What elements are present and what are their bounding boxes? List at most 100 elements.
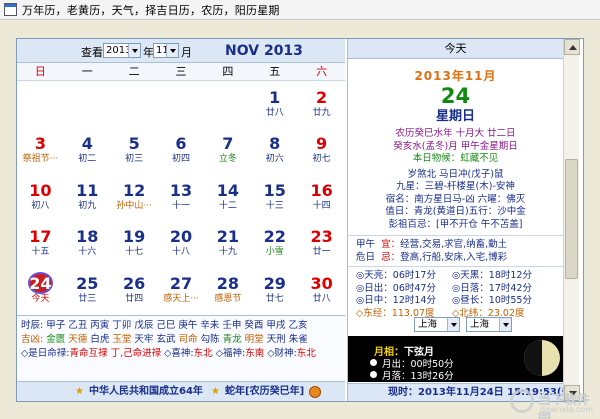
vertical-scrollbar[interactable] bbox=[563, 39, 580, 401]
day-number: 29 bbox=[263, 273, 286, 293]
calendar-empty-cell bbox=[111, 81, 158, 127]
weekday-header: 日一二三四五六 bbox=[17, 63, 345, 81]
lunar-date: 农历癸巳水年 十月大 廿二日 bbox=[395, 128, 516, 139]
jixiong-label: 吉凶: bbox=[21, 334, 44, 345]
day-number: 7 bbox=[222, 134, 234, 154]
dusk-time: ◎天黑：18时12分 bbox=[452, 270, 532, 281]
jixiong-row: 吉凶: 金匮 天德 白虎 玉堂 天牢 玄武 司命 勾陈 青龙 明堂 天刑 朱雀 bbox=[21, 333, 341, 347]
jixiong-item: 玉堂 bbox=[112, 334, 132, 345]
calendar-day-cell[interactable]: 29 廿七 bbox=[251, 267, 298, 313]
chevron-down-icon[interactable] bbox=[128, 44, 140, 57]
calendar-day-cell[interactable]: 5 初三 bbox=[111, 127, 158, 173]
lunar-day: 今天 bbox=[31, 293, 50, 304]
day-number: 12 bbox=[123, 180, 146, 200]
calendar-day-cell[interactable]: 8 初六 bbox=[251, 127, 298, 173]
calendar-day-cell[interactable]: 17 十五 bbox=[17, 220, 64, 266]
zhiri-text: 值日：青龙(黄道日)五行：沙中金 bbox=[385, 206, 526, 217]
scroll-up-icon[interactable] bbox=[564, 39, 580, 55]
calendar-day-cell[interactable]: 12 孙中山··· bbox=[111, 174, 158, 220]
calendar-day-cell[interactable]: 20 十八 bbox=[158, 220, 205, 266]
chevron-down-icon[interactable] bbox=[166, 44, 178, 57]
ganzhi-date: 癸亥水(孟冬)月 甲午金星期日 bbox=[393, 140, 518, 152]
day-number: 26 bbox=[123, 273, 146, 293]
day-number: 20 bbox=[169, 227, 193, 247]
moonset-icon bbox=[370, 371, 377, 378]
lunar-day: 廿三 bbox=[78, 293, 97, 304]
zodiac-icon bbox=[309, 386, 321, 398]
chevron-down-icon[interactable] bbox=[447, 318, 459, 331]
lunar-day: 廿七 bbox=[265, 293, 284, 304]
month-select[interactable]: 11 bbox=[153, 43, 179, 58]
lunar-day: 初八 bbox=[31, 200, 50, 211]
today-panel: 今天 2013年11月 24 星期日 农历癸巳水年 十月大 廿二日 癸亥水(孟冬… bbox=[347, 39, 576, 401]
calendar-day-cell[interactable]: 25 廿三 bbox=[64, 267, 111, 313]
today-weekday: 星期日 bbox=[435, 109, 475, 124]
jixiong-item: 朱雀 bbox=[288, 334, 308, 345]
xishen-label: ◇喜神: bbox=[164, 348, 194, 359]
calendar-day-cell[interactable]: 4 初二 bbox=[64, 127, 111, 173]
ji-day-label: 危日 bbox=[356, 251, 376, 263]
lunar-day: 廿九 bbox=[312, 108, 331, 118]
calendar-day-cell[interactable]: 2 廿九 bbox=[298, 81, 345, 127]
calendar-day-cell[interactable]: 1 廿八 bbox=[251, 81, 298, 127]
title-bar: 万年历，老黄历，天气，择吉日历，农历，阳历星期 bbox=[0, 0, 600, 20]
chevron-down-icon[interactable] bbox=[499, 318, 511, 331]
calendar-day-cell[interactable]: 15 十三 bbox=[251, 174, 298, 220]
calendar-day-cell[interactable]: 26 廿四 bbox=[111, 267, 158, 313]
province-select-value: 上海 bbox=[418, 319, 438, 330]
moon-phase-icon bbox=[524, 340, 560, 376]
calendar-day-cell[interactable]: 16 十四 bbox=[298, 174, 345, 220]
yi-key: 宜： bbox=[381, 239, 401, 250]
day-number: 18 bbox=[76, 227, 99, 247]
calendar-day-cell[interactable]: 18 十六 bbox=[64, 220, 111, 266]
calendar-day-cell[interactable]: 23 廿一 bbox=[298, 220, 345, 266]
calendar-day-cell[interactable]: 3 祭祖节··· bbox=[17, 127, 64, 173]
fushen-label: ◇福神: bbox=[215, 348, 246, 359]
yi-value: 经营,交易,求官,纳畜,動土 bbox=[400, 239, 508, 250]
province-select[interactable]: 上海 bbox=[414, 317, 460, 332]
calendar-panel: 查看 2013 年 11 月 NOV 2013 日一二三四五六 1 廿八 2 廿九 3 祭… bbox=[17, 39, 345, 401]
ji-key: 忌： bbox=[381, 251, 401, 263]
calendar-day-cell[interactable]: 30 廿八 bbox=[298, 267, 345, 313]
lucky-row: ◇是日命禄:青命互禄 丁,己命进禄 ◇喜神:东北 ◇福神:东南 ◇财神:东北 bbox=[21, 347, 341, 361]
calendar-day-cell[interactable]: 28 感恩节 bbox=[204, 267, 251, 313]
jixiong-item: 天牢 bbox=[134, 334, 154, 345]
calendar-day-cell[interactable]: 10 初八 bbox=[17, 174, 64, 220]
year-select[interactable]: 2013 bbox=[103, 43, 141, 58]
calendar-app-icon bbox=[4, 3, 17, 16]
lunar-day: 十八 bbox=[171, 247, 190, 258]
calendar-day-cell[interactable]: 22 小雪 bbox=[251, 220, 298, 266]
calendar-day-cell[interactable]: 19 十七 bbox=[111, 220, 158, 266]
jixiong-item: 天德 bbox=[68, 334, 88, 345]
weekday-label: 六 bbox=[316, 65, 328, 78]
calendar-day-cell[interactable]: 27 感天上··· bbox=[158, 267, 205, 313]
lunar-day: 感天上··· bbox=[163, 293, 199, 304]
calendar-day-cell[interactable]: 7 立冬 bbox=[204, 127, 251, 173]
lunar-day: 初二 bbox=[78, 154, 97, 165]
minglu-value-2: 丁,己命进禄 bbox=[110, 348, 162, 359]
day-number: 4 bbox=[81, 134, 93, 154]
weekday-label: 三 bbox=[175, 65, 187, 78]
watermark-logo: 当下软件园 downxia.com bbox=[510, 389, 593, 419]
sunrise-time: ◎日出：06时47分 bbox=[356, 282, 436, 294]
calendar-day-cell[interactable]: 13 十一 bbox=[158, 174, 205, 220]
xishen-value: 东北 bbox=[193, 348, 213, 359]
city-select[interactable]: 上海 bbox=[466, 317, 512, 332]
calendar-day-cell[interactable]: 9 初七 bbox=[298, 127, 345, 173]
calendar-day-cell[interactable]: 21 十九 bbox=[204, 220, 251, 266]
calendar-day-cell[interactable]: 24 今天 bbox=[17, 267, 64, 313]
calendar-day-cell[interactable]: 11 初九 bbox=[64, 174, 111, 220]
calendar-day-cell[interactable]: 14 十二 bbox=[204, 174, 251, 220]
fushen-value: 东南 bbox=[245, 348, 265, 359]
calendar-toolbar: 查看 2013 年 11 月 NOV 2013 bbox=[17, 39, 345, 63]
window-title: 万年历，老黄历，天气，择吉日历，农历，阳历星期 bbox=[22, 3, 280, 17]
lunar-day: 十四 bbox=[312, 200, 331, 211]
calendar-day-cell[interactable]: 6 初四 bbox=[158, 127, 205, 173]
today-day: 24 bbox=[440, 84, 471, 108]
lunar-day: 祭祖节··· bbox=[22, 154, 59, 165]
today-year-month: 2013年11月 bbox=[414, 69, 497, 83]
jixiong-item: 玄武 bbox=[156, 334, 176, 345]
weekday-label: 日 bbox=[34, 65, 46, 78]
month-title: NOV 2013 bbox=[225, 43, 303, 59]
scroll-thumb[interactable] bbox=[565, 159, 578, 279]
